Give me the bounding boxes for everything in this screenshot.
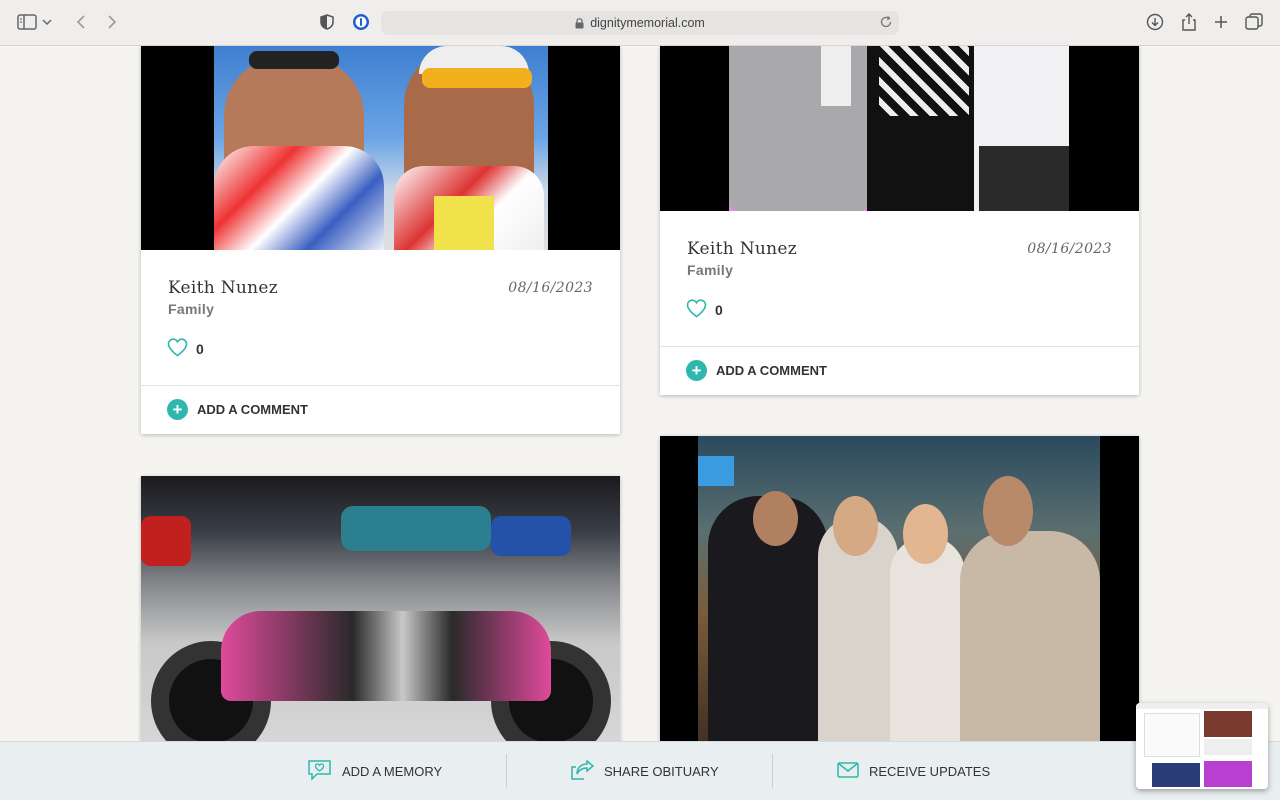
new-tab-icon[interactable] — [1210, 11, 1232, 33]
share-obituary-label: SHARE OBITUARY — [604, 764, 719, 779]
memory-card: Keith Nunez 08/16/2023 Family 0 + ADD A … — [660, 46, 1139, 395]
tab-overview-icon[interactable] — [1243, 11, 1265, 33]
share-icon[interactable] — [1178, 11, 1200, 33]
download-icon[interactable] — [1144, 11, 1166, 33]
add-comment-label: ADD A COMMENT — [197, 402, 308, 417]
memory-card — [660, 436, 1139, 756]
author-name: Keith Nunez — [168, 278, 279, 298]
card-divider — [141, 385, 620, 386]
url-text: dignitymemorial.com — [590, 16, 705, 30]
memory-card — [141, 476, 620, 756]
bottom-action-bar: ADD A MEMORY SHARE OBITUARY RECEIVE UPDA… — [0, 741, 1280, 800]
receive-updates-label: RECEIVE UPDATES — [869, 764, 991, 779]
like-count: 0 — [196, 341, 204, 357]
browser-toolbar: dignitymemorial.com — [0, 0, 1280, 46]
address-bar[interactable]: dignitymemorial.com — [381, 11, 899, 35]
chevron-down-icon[interactable] — [40, 11, 54, 33]
add-comment-button[interactable]: + ADD A COMMENT — [167, 399, 308, 420]
forward-icon[interactable] — [101, 11, 123, 33]
like-control[interactable]: 0 — [167, 338, 204, 360]
share-arrow-icon — [571, 758, 595, 784]
memory-photo[interactable] — [660, 46, 1139, 211]
memory-date: 08/16/2023 — [1027, 241, 1112, 257]
card-divider — [660, 346, 1139, 347]
like-control[interactable]: 0 — [686, 299, 723, 321]
page-thumbnail-preview[interactable] — [1136, 703, 1268, 789]
like-count: 0 — [715, 302, 723, 318]
author-name: Keith Nunez — [687, 239, 798, 259]
add-memory-button[interactable]: ADD A MEMORY — [307, 742, 442, 800]
author-relation: Family — [168, 301, 215, 317]
lock-icon — [575, 17, 584, 29]
speech-bubble-heart-icon — [307, 759, 332, 784]
memory-photo[interactable] — [660, 436, 1139, 756]
share-obituary-button[interactable]: SHARE OBITUARY — [571, 742, 719, 800]
bar-separator — [506, 754, 507, 788]
add-memory-label: ADD A MEMORY — [342, 764, 443, 779]
heart-icon[interactable] — [686, 299, 707, 321]
receive-updates-button[interactable]: RECEIVE UPDATES — [837, 742, 990, 800]
memory-photo[interactable] — [141, 46, 620, 250]
plus-circle-icon: + — [686, 360, 707, 381]
privacy-shield-icon[interactable] — [316, 11, 338, 33]
memory-card: Keith Nunez 08/16/2023 Family 0 + ADD A … — [141, 46, 620, 434]
add-comment-label: ADD A COMMENT — [716, 363, 827, 378]
sidebar-toggle-icon[interactable] — [16, 11, 38, 33]
bar-separator — [772, 754, 773, 788]
add-comment-button[interactable]: + ADD A COMMENT — [686, 360, 827, 381]
reload-icon[interactable] — [879, 15, 893, 29]
plus-circle-icon: + — [167, 399, 188, 420]
heart-icon[interactable] — [167, 338, 188, 360]
back-icon[interactable] — [70, 11, 92, 33]
envelope-icon — [837, 762, 859, 781]
memory-photo[interactable] — [141, 476, 620, 756]
memory-date: 08/16/2023 — [508, 280, 593, 296]
author-relation: Family — [687, 262, 734, 278]
password-manager-icon[interactable] — [350, 11, 372, 33]
